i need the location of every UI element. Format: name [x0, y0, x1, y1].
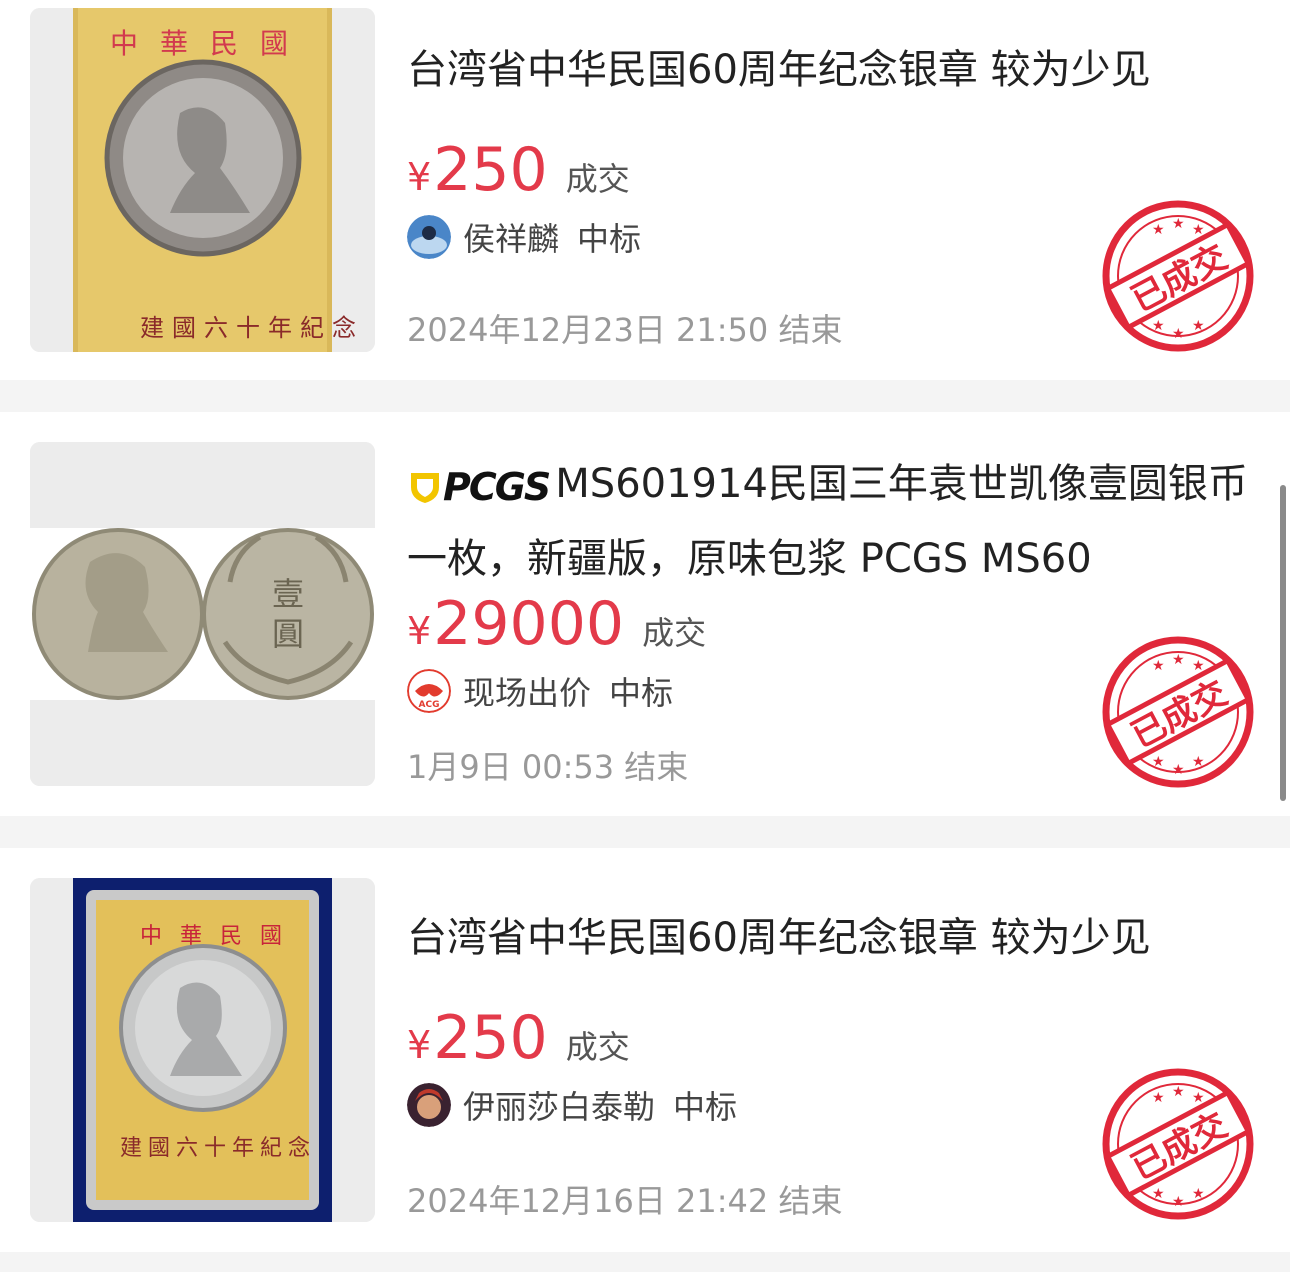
svg-text:★: ★ — [1192, 754, 1205, 770]
winner-avatar[interactable] — [407, 1083, 451, 1127]
pcgs-logo-text: PCGS — [443, 465, 551, 509]
sold-stamp-icon: ★ ★ ★ ★ ★ ★ 已成交 — [1102, 200, 1254, 352]
end-time: 2024年12月23日 21:50 结束 — [407, 311, 843, 349]
listing-card[interactable]: 中華民國 建國六十年紀念 台湾省中华民国60周年纪念银章 较为少见 ¥ 250 … — [0, 848, 1290, 1252]
winner-avatar[interactable]: ACG — [407, 669, 451, 713]
currency-symbol: ¥ — [407, 155, 432, 199]
svg-text:★: ★ — [1172, 762, 1185, 778]
price-row: ¥ 250 成交 — [407, 140, 630, 200]
listing-title[interactable]: 台湾省中华民国60周年纪念银章 较为少见 — [407, 34, 1257, 106]
listing-thumbnail[interactable]: 中華民國 建國六十年紀念 — [30, 8, 375, 352]
price-row: ¥ 250 成交 — [407, 1008, 630, 1068]
deal-label: 成交 — [565, 160, 630, 198]
svg-text:★: ★ — [1172, 1084, 1185, 1100]
case-bottom-text: 建國六十年紀念 — [140, 314, 364, 342]
svg-text:★: ★ — [1172, 652, 1185, 668]
winner-row: 伊丽莎白泰勒 中标 — [407, 1082, 737, 1128]
winner-row: ACG 现场出价 中标 — [407, 668, 673, 714]
shield-icon — [411, 473, 439, 503]
coin-pair-image — [30, 442, 375, 786]
svg-text:★: ★ — [1152, 1090, 1165, 1106]
winner-name: 现场出价 — [463, 674, 592, 712]
svg-text:★: ★ — [1152, 1186, 1165, 1202]
deal-label: 成交 — [565, 1028, 630, 1066]
winner-tag: 中标 — [673, 1088, 738, 1126]
case-top-text: 中華民國 — [140, 924, 301, 949]
svg-text:★: ★ — [1152, 222, 1165, 238]
listing-card[interactable]: 壹圓 PCGS MS601914民国三年袁世凯像壹圆银币一枚，新疆版，原味包浆 … — [0, 412, 1290, 816]
case-top-text: 中華民國 — [110, 27, 311, 60]
currency-symbol: ¥ — [407, 609, 432, 653]
svg-text:★: ★ — [1192, 318, 1205, 334]
deal-label: 成交 — [642, 614, 707, 652]
winner-name: 伊丽莎白泰勒 — [463, 1088, 656, 1126]
end-time: 2024年12月16日 21:42 结束 — [407, 1182, 843, 1220]
price: 29000 — [433, 589, 625, 659]
listing-title[interactable]: 台湾省中华民国60周年纪念银章 较为少见 — [407, 902, 1257, 974]
listing-title[interactable]: PCGS MS601914民国三年袁世凯像壹圆银币一枚，新疆版，原味包浆 PCG… — [407, 448, 1257, 595]
sold-stamp-icon: ★ ★ ★ ★ ★ ★ 已成交 — [1102, 1068, 1254, 1220]
price: 250 — [433, 135, 548, 205]
listing-thumbnail[interactable]: 中華民國 建國六十年紀念 — [30, 878, 375, 1222]
svg-text:★: ★ — [1192, 1186, 1205, 1202]
winner-row: 侯祥麟 中标 — [407, 214, 641, 260]
winner-tag: 中标 — [609, 674, 674, 712]
winner-tag: 中标 — [577, 220, 642, 258]
svg-text:★: ★ — [1172, 1194, 1185, 1210]
scrollbar[interactable] — [1280, 485, 1286, 801]
svg-text:ACG: ACG — [419, 700, 440, 710]
sold-stamp-icon: ★ ★ ★ ★ ★ ★ 已成交 — [1102, 636, 1254, 788]
svg-text:★: ★ — [1172, 216, 1185, 232]
pcgs-badge: PCGS — [407, 449, 551, 523]
listing-thumbnail[interactable]: 壹圓 — [30, 442, 375, 786]
winner-avatar[interactable] — [407, 215, 451, 259]
price-row: ¥ 29000 成交 — [407, 594, 706, 654]
svg-text:★: ★ — [1152, 658, 1165, 674]
svg-text:★: ★ — [1152, 318, 1165, 334]
currency-symbol: ¥ — [407, 1023, 432, 1067]
price: 250 — [433, 1003, 548, 1073]
coin-reverse-text: 壹圓 — [271, 575, 304, 653]
svg-text:★: ★ — [1152, 754, 1165, 770]
case-bottom-text: 建國六十年紀念 — [120, 1136, 317, 1161]
winner-name: 侯祥麟 — [463, 220, 560, 258]
end-time: 1月9日 00:53 结束 — [407, 748, 689, 786]
svg-text:★: ★ — [1172, 326, 1185, 342]
listing-card[interactable]: 中華民國 建國六十年紀念 台湾省中华民国60周年纪念银章 较为少见 ¥ 250 … — [0, 0, 1290, 380]
